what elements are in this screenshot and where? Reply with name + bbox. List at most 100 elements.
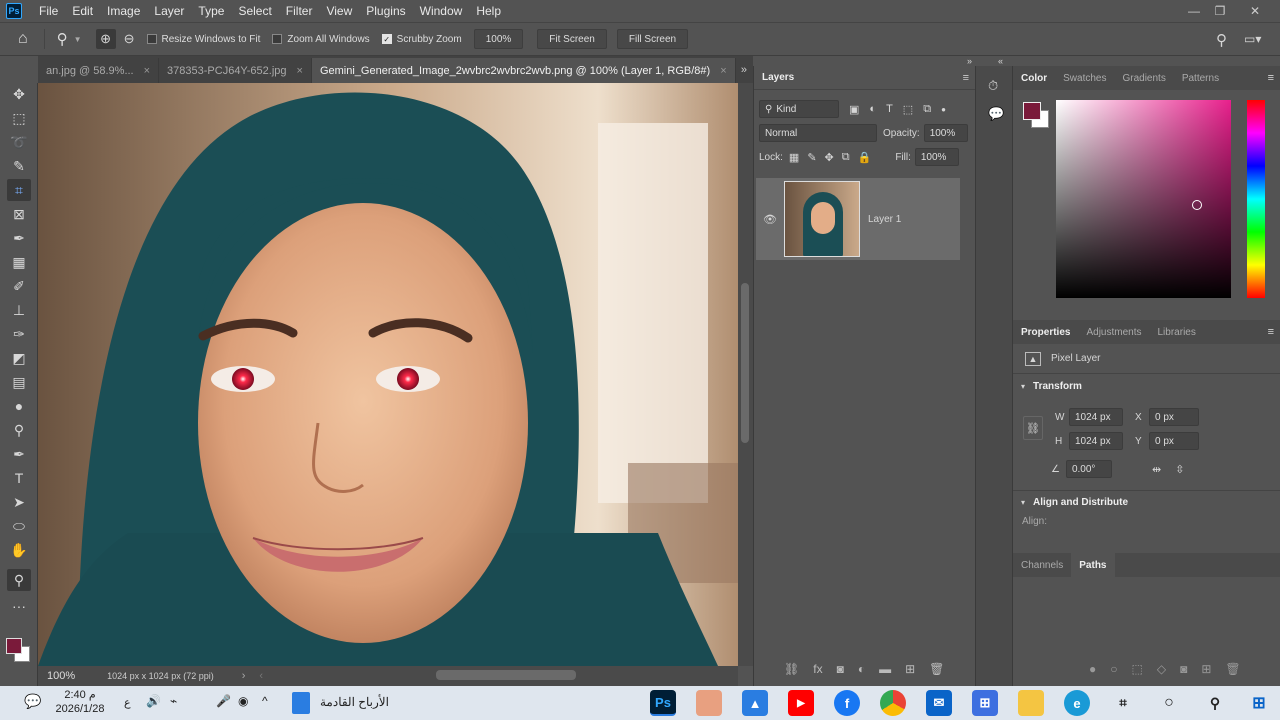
close-icon[interactable]: × [720, 65, 726, 77]
filter-kind-select[interactable]: ⚲ Kind [759, 100, 839, 118]
expand-icon[interactable]: « [998, 56, 1003, 66]
zoom-tool-icon[interactable]: ⚲ [7, 569, 31, 591]
zoom-out-icon[interactable]: ⊖ [124, 31, 135, 47]
stamp-tool-icon[interactable]: ⊥ [7, 299, 31, 321]
chevron-down-icon[interactable]: ▼ [74, 35, 82, 44]
volume-icon[interactable]: 🔊 [146, 694, 161, 708]
comments-icon[interactable]: 💬 [988, 106, 1004, 122]
layer-row[interactable]: 👁 Layer 1 [756, 178, 960, 260]
chevron-down-icon[interactable]: ▾ [1021, 498, 1025, 507]
camera-icon[interactable]: ◉ [238, 694, 248, 708]
menu-layer[interactable]: Layer [147, 4, 191, 18]
add-mask-icon[interactable]: ◙ [1180, 662, 1187, 676]
marquee-tool-icon[interactable]: ⬚ [7, 107, 31, 129]
collapse-icon[interactable]: » [967, 56, 972, 66]
search-icon[interactable]: ⚲ [1202, 690, 1228, 716]
path-select-icon[interactable]: ➤ [7, 491, 31, 513]
chevron-right-icon[interactable]: › [242, 670, 246, 682]
photoshop-taskbar-icon[interactable]: Ps [650, 690, 676, 716]
layer-name[interactable]: Layer 1 [868, 214, 901, 225]
zoom-in-icon[interactable]: ⊕ [95, 29, 116, 49]
hand-tool-icon[interactable]: ✋ [7, 539, 31, 561]
shape-tool-icon[interactable]: ⬭ [7, 515, 31, 537]
blur-tool-icon[interactable]: ● [7, 395, 31, 417]
fill-screen-button[interactable]: Fill Screen [616, 29, 689, 49]
taskbar-app-label[interactable]: الأرباح القادمة [320, 695, 389, 709]
lock-all-icon[interactable]: 🔒 [858, 151, 872, 164]
load-selection-icon[interactable]: ⬚ [1132, 662, 1143, 676]
tab-swatches[interactable]: Swatches [1055, 66, 1114, 90]
file-explorer-taskbar-icon[interactable] [1018, 690, 1044, 716]
restore-icon[interactable]: ❐ [1207, 0, 1233, 22]
menu-view[interactable]: View [319, 4, 359, 18]
fill-field[interactable]: 100% [914, 148, 959, 166]
tab-adjustments[interactable]: Adjustments [1078, 320, 1149, 344]
tab-libraries[interactable]: Libraries [1150, 320, 1204, 344]
smart-object-filter-icon[interactable]: ⧉ [923, 103, 931, 116]
hue-slider[interactable] [1247, 100, 1265, 298]
menu-file[interactable]: File [32, 4, 65, 18]
lasso-tool-icon[interactable]: ➰ [7, 131, 31, 153]
move-tool-icon[interactable]: ✥ [7, 83, 31, 105]
panel-menu-icon[interactable]: ≡ [963, 72, 969, 84]
lock-artboard-icon[interactable]: ⧉ [842, 151, 850, 164]
width-field[interactable]: 1024 px [1069, 408, 1123, 426]
document-app-icon[interactable] [292, 692, 310, 714]
mail-taskbar-icon[interactable]: ✉ [926, 690, 952, 716]
store-taskbar-icon[interactable]: ⊞ [972, 690, 998, 716]
new-path-icon[interactable]: ⊞ [1201, 662, 1211, 676]
youtube-taskbar-icon[interactable]: ▶ [788, 690, 814, 716]
home-icon[interactable]: ⌂ [18, 30, 28, 48]
type-tool-icon[interactable]: T [7, 467, 31, 489]
zoom-all-windows-checkbox[interactable]: Zoom All Windows [272, 34, 370, 45]
task-view-icon[interactable]: ⌗ [1110, 690, 1136, 716]
filter-toggle-icon[interactable]: ● [941, 105, 946, 114]
eraser-tool-icon[interactable]: ◩ [7, 347, 31, 369]
tab-document-1[interactable]: an.jpg @ 58.9%... × [38, 58, 160, 83]
panel-menu-icon[interactable]: ≡ [1268, 326, 1274, 338]
shape-filter-icon[interactable]: ⬚ [903, 103, 913, 116]
zoom-level[interactable]: 100% [47, 670, 75, 682]
trash-icon[interactable]: 🗑 [1225, 662, 1240, 676]
menu-image[interactable]: Image [100, 4, 147, 18]
link-dimensions-icon[interactable]: ⛓ [1023, 416, 1043, 440]
notifications-icon[interactable]: 💬 [24, 693, 41, 710]
history-icon[interactable]: ⏱ [988, 78, 998, 94]
collapse-panels-icon[interactable]: » [741, 64, 747, 76]
close-icon[interactable]: ✕ [1242, 0, 1268, 22]
angle-field[interactable]: 0.00° [1065, 460, 1112, 478]
edge-taskbar-icon[interactable]: e [1064, 690, 1090, 716]
eyedropper-tool-icon[interactable]: ✒ [7, 227, 31, 249]
panel-menu-icon[interactable]: ≡ [1268, 72, 1274, 84]
visibility-eye-icon[interactable]: 👁 [756, 213, 784, 226]
frame-tool-icon[interactable]: ⊠ [7, 203, 31, 225]
flip-horizontal-icon[interactable]: ⇹ [1152, 463, 1161, 476]
adjustment-filter-icon[interactable]: ◐ [869, 103, 876, 115]
color-picker-field[interactable] [1056, 100, 1231, 298]
mask-icon[interactable]: ◙ [837, 662, 844, 676]
menu-edit[interactable]: Edit [65, 4, 100, 18]
chrome-taskbar-icon[interactable] [880, 690, 906, 716]
type-filter-icon[interactable]: T [886, 103, 893, 115]
x-field[interactable]: 0 px [1149, 408, 1199, 426]
menu-type[interactable]: Type [191, 4, 231, 18]
opacity-field[interactable]: 100% [923, 124, 968, 142]
pen-tool-icon[interactable]: ✒ [7, 443, 31, 465]
fit-screen-button[interactable]: Fit Screen [537, 29, 607, 49]
tab-document-2[interactable]: 378353-PCJ64Y-652.jpg × [159, 58, 312, 83]
make-path-icon[interactable]: ◇ [1157, 662, 1166, 676]
canvas-area[interactable] [38, 83, 738, 666]
tab-document-active[interactable]: Gemini_Generated_Image_2wvbrc2wvbrc2wvb.… [311, 58, 736, 83]
more-tools-icon[interactable]: ··· [7, 595, 31, 617]
facebook-taskbar-icon[interactable]: f [834, 690, 860, 716]
crop-tool-icon[interactable]: ⌗ [7, 179, 31, 201]
link-layers-icon[interactable]: ⛓ [784, 662, 799, 676]
menu-plugins[interactable]: Plugins [359, 4, 412, 18]
menu-window[interactable]: Window [413, 4, 470, 18]
horizontal-scrollbar[interactable] [436, 670, 576, 680]
tab-properties[interactable]: Properties [1013, 320, 1078, 344]
language-indicator[interactable]: ع [124, 696, 131, 709]
menu-filter[interactable]: Filter [279, 4, 320, 18]
height-field[interactable]: 1024 px [1069, 432, 1123, 450]
zoom-value-field[interactable]: 100% [473, 29, 524, 49]
